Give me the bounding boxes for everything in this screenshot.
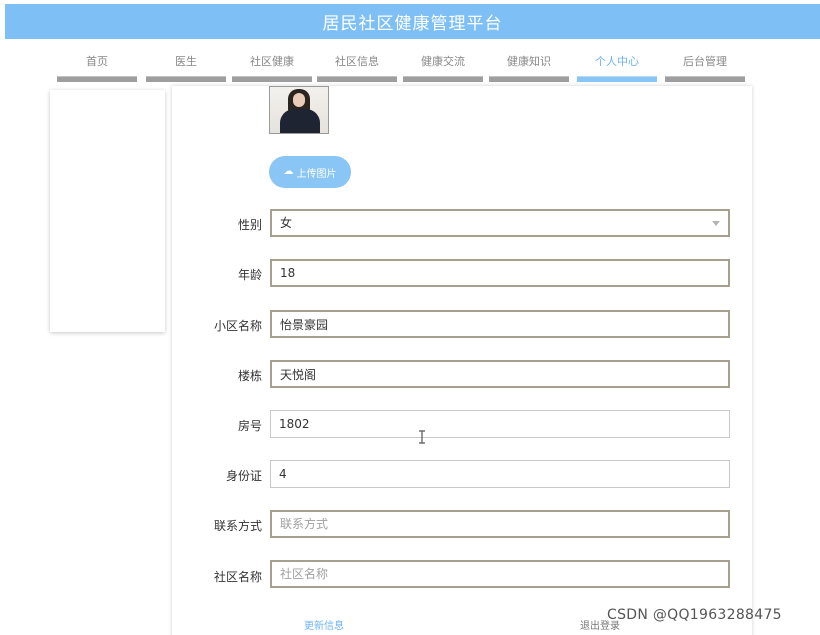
nav-item-label: 首页	[86, 55, 108, 68]
nav-item-label: 个人中心	[595, 55, 639, 68]
nav-item-label: 健康交流	[421, 55, 465, 68]
nav-item-underline	[57, 76, 137, 82]
upload-image-button[interactable]: ☁ 上传图片	[269, 156, 351, 188]
building-input[interactable]	[270, 360, 730, 388]
room-label: 房号	[237, 419, 262, 433]
community-input[interactable]	[270, 310, 730, 338]
watermark: CSDN @QQ1963288475	[607, 607, 782, 623]
text-cursor-icon	[419, 430, 425, 444]
gender-label: 性别	[237, 218, 262, 232]
nav-item-label: 医生	[175, 55, 197, 68]
cloud-upload-icon: ☁	[283, 166, 294, 177]
id-card-label: 身份证	[225, 469, 262, 483]
nav-item-underline	[403, 76, 483, 82]
update-info-button[interactable]: 更新信息	[304, 617, 344, 632]
page: 居民社区健康管理平台 首页 医生 社区健康 社区信息 健康交流 健康知识 个人中…	[0, 0, 820, 635]
nav-item-health-exchange[interactable]: 健康交流	[403, 52, 483, 84]
nav-item-personal-center[interactable]: 个人中心	[577, 52, 657, 84]
nav-item-label: 社区信息	[335, 55, 379, 68]
gender-select-value: 女	[280, 216, 293, 230]
id-card-input[interactable]	[270, 460, 730, 488]
chevron-down-icon	[712, 221, 720, 226]
nav-item-underline	[577, 76, 657, 82]
nav-item-underline	[317, 76, 397, 82]
building-label: 楼栋	[237, 369, 262, 383]
gender-select[interactable]: 女	[270, 209, 730, 237]
community-label: 小区名称	[213, 319, 262, 333]
age-label: 年龄	[237, 268, 262, 282]
avatar-coat-shape	[280, 109, 320, 133]
district-input[interactable]	[270, 560, 730, 588]
nav-item-label: 后台管理	[683, 55, 727, 68]
nav-item-community-health[interactable]: 社区健康	[232, 52, 312, 84]
nav-item-underline	[146, 76, 226, 82]
nav-item-admin[interactable]: 后台管理	[665, 52, 745, 84]
nav-item-underline	[665, 76, 745, 82]
main-nav: 首页 医生 社区健康 社区信息 健康交流 健康知识 个人中心 后台管理	[0, 52, 820, 86]
nav-item-label: 健康知识	[507, 55, 551, 68]
nav-item-underline	[232, 76, 312, 82]
contact-input[interactable]	[270, 510, 730, 538]
nav-item-community-info[interactable]: 社区信息	[317, 52, 397, 84]
sidebar-panel	[50, 90, 165, 332]
upload-image-label: 上传图片	[296, 168, 337, 180]
nav-item-health-knowledge[interactable]: 健康知识	[489, 52, 569, 84]
nav-item-home[interactable]: 首页	[57, 52, 137, 84]
room-input[interactable]	[270, 410, 730, 438]
nav-item-doctor[interactable]: 医生	[146, 52, 226, 84]
avatar[interactable]	[269, 86, 329, 134]
site-title: 居民社区健康管理平台	[322, 14, 503, 34]
avatar-face-shape	[293, 93, 305, 107]
nav-item-underline	[489, 76, 569, 82]
site-header: 居民社区健康管理平台	[5, 4, 820, 39]
district-label: 社区名称	[213, 570, 262, 584]
nav-item-label: 社区健康	[250, 55, 294, 68]
age-input[interactable]	[270, 259, 730, 287]
contact-label: 联系方式	[213, 519, 262, 533]
